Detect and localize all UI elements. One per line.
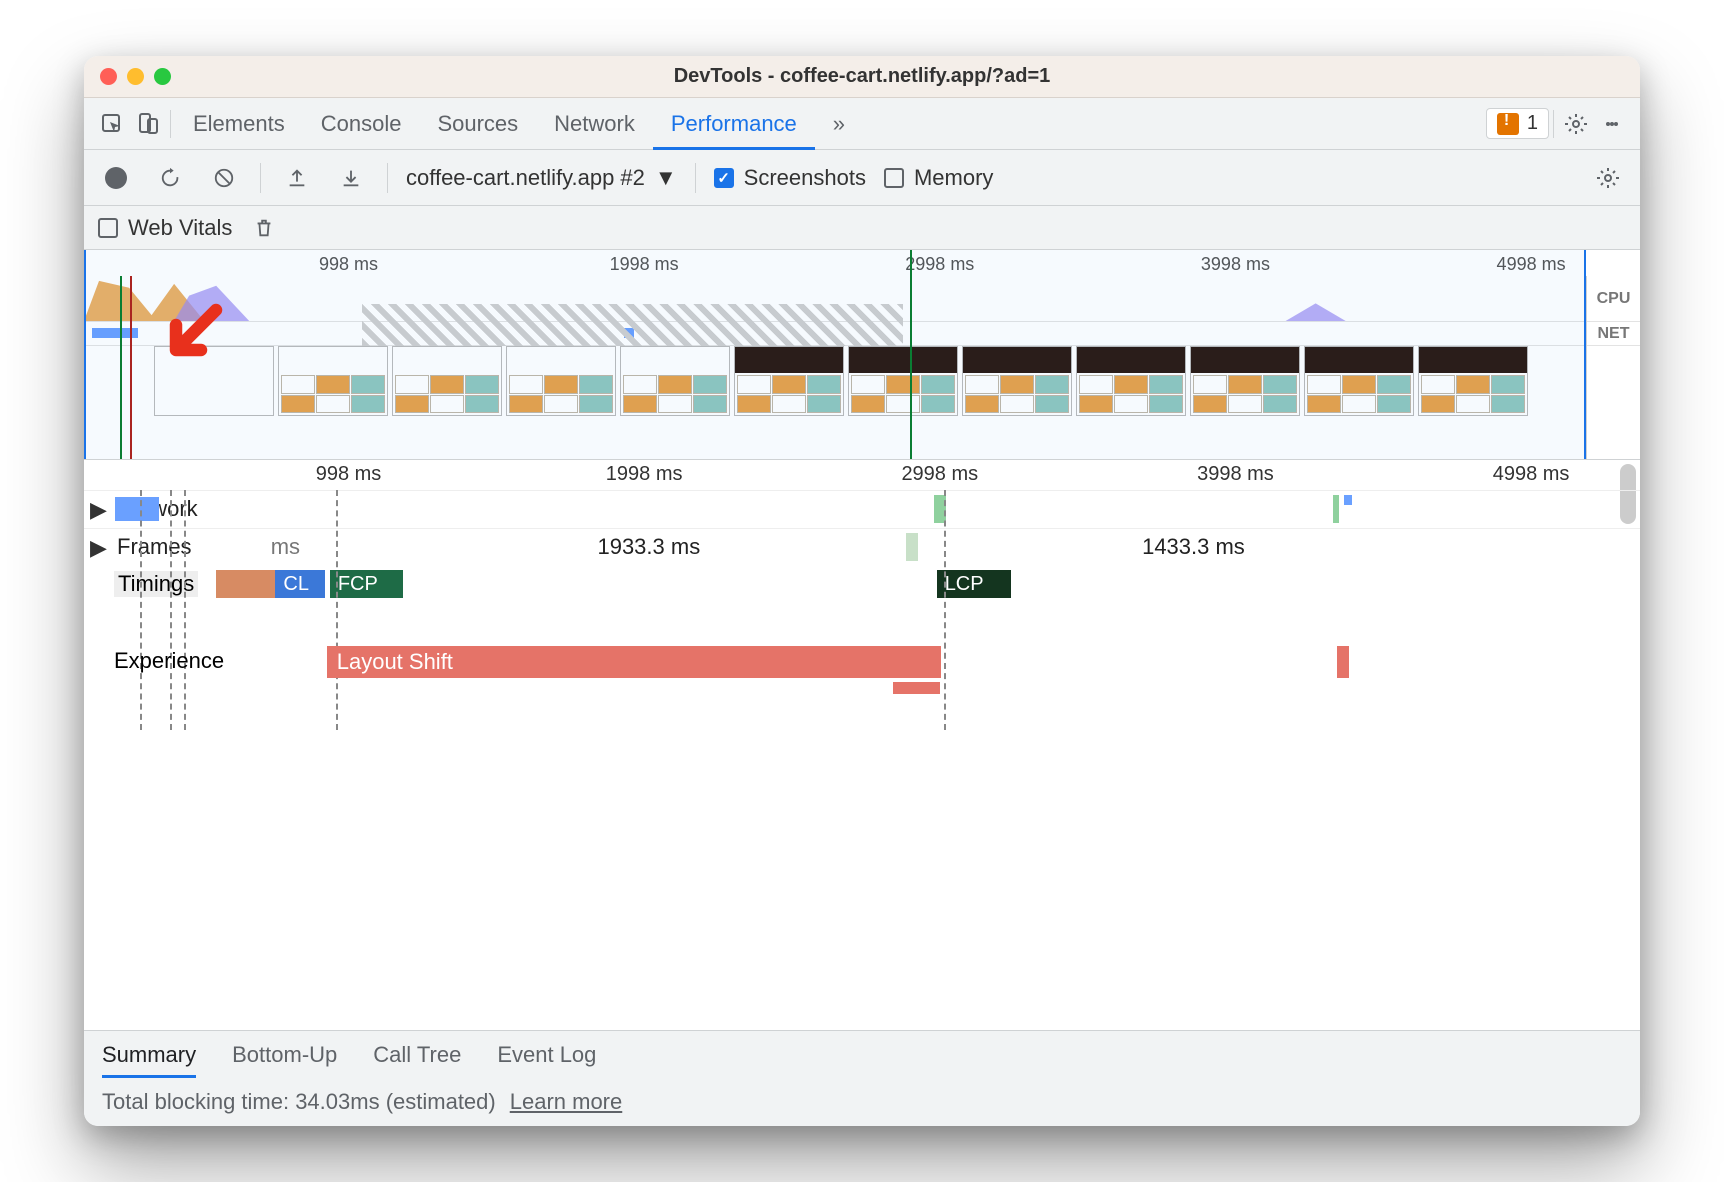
ruler-tick: 4998 ms (1493, 463, 1570, 486)
frame-duration: 1433.3 ms (1142, 534, 1245, 560)
window-title: DevTools - coffee-cart.netlify.app/?ad=1 (674, 65, 1051, 88)
details-tab-bottom-up[interactable]: Bottom-Up (232, 1031, 337, 1078)
warning-icon (1497, 113, 1519, 135)
reload-record-button[interactable] (152, 160, 188, 196)
clear-button[interactable] (206, 160, 242, 196)
memory-checkbox[interactable]: Memory (884, 165, 993, 191)
timing-marker[interactable] (216, 570, 275, 598)
network-track[interactable]: ▶ Network (84, 490, 1640, 528)
timing-marker-fcp[interactable]: FCP (330, 570, 403, 598)
ruler-tick: 1998 ms (606, 463, 683, 486)
checkbox-icon (884, 168, 904, 188)
ruler-tick: 3998 ms (1197, 463, 1274, 486)
load-profile-icon[interactable] (279, 160, 315, 196)
timing-marker-cl[interactable]: CL (275, 570, 325, 598)
web-vitals-bar: Web Vitals (84, 206, 1640, 250)
devtools-panel-tabs: Elements Console Sources Network Perform… (84, 98, 1640, 150)
capture-settings-gear-icon[interactable] (1590, 160, 1626, 196)
profile-selector-label: coffee-cart.netlify.app #2 (406, 165, 645, 191)
frame-bar[interactable] (906, 533, 918, 561)
issues-badge[interactable]: 1 (1486, 108, 1549, 139)
window-traffic-lights (100, 68, 171, 85)
delete-profile-icon[interactable] (246, 210, 282, 246)
details-tab-summary[interactable]: Summary (102, 1031, 196, 1078)
expand-icon[interactable]: ▶ (90, 535, 107, 561)
screenshots-checkbox[interactable]: Screenshots (714, 165, 866, 191)
network-request-bar[interactable] (115, 497, 159, 521)
tab-console[interactable]: Console (303, 98, 420, 149)
annotation-arrow-icon (166, 300, 226, 374)
expand-icon[interactable]: ▶ (90, 497, 107, 523)
tabs-overflow[interactable]: » (815, 98, 863, 149)
more-menu-icon[interactable] (1594, 106, 1630, 142)
profile-selector[interactable]: coffee-cart.netlify.app #2 ▼ (406, 165, 677, 191)
ruler-tick: 2998 ms (901, 463, 978, 486)
overview-selection[interactable] (84, 250, 1586, 459)
overview-lane-labels: CPU NET (1586, 276, 1640, 459)
frames-track[interactable]: ▶ Frames ms 1933.3 ms 1433.3 ms (84, 528, 1640, 566)
save-profile-icon[interactable] (333, 160, 369, 196)
net-lane-label: NET (1587, 322, 1640, 346)
minimize-window-button[interactable] (127, 68, 144, 85)
details-tab-call-tree[interactable]: Call Tree (373, 1031, 461, 1078)
ruler-tick: 998 ms (316, 463, 382, 486)
details-tabs: Summary Bottom-Up Call Tree Event Log (84, 1030, 1640, 1078)
learn-more-link[interactable]: Learn more (510, 1089, 623, 1115)
issues-count: 1 (1527, 112, 1538, 135)
checkbox-checked-icon (714, 168, 734, 188)
timing-marker-lcp[interactable]: LCP (937, 570, 1012, 598)
chevron-down-icon: ▼ (655, 165, 677, 191)
network-request-bar[interactable] (1333, 495, 1339, 523)
timings-track[interactable]: Timings CL FCP LCP (84, 566, 1640, 602)
close-window-button[interactable] (100, 68, 117, 85)
flamechart-panel[interactable]: 998 ms 1998 ms 2998 ms 3998 ms 4998 ms ▶… (84, 460, 1640, 1030)
total-blocking-time: Total blocking time: 34.03ms (estimated) (102, 1089, 496, 1115)
settings-gear-icon[interactable] (1558, 106, 1594, 142)
tab-sources[interactable]: Sources (419, 98, 536, 149)
performance-toolbar: coffee-cart.netlify.app #2 ▼ Screenshots… (84, 150, 1640, 206)
layout-shift-bar[interactable] (893, 682, 940, 694)
layout-shift-bar[interactable] (1337, 646, 1349, 678)
tab-performance[interactable]: Performance (653, 98, 815, 149)
tab-elements[interactable]: Elements (175, 98, 303, 149)
details-tab-event-log[interactable]: Event Log (497, 1031, 596, 1078)
frame-duration: 1933.3 ms (597, 534, 700, 560)
experience-track[interactable]: Experience Layout Shift (84, 642, 1640, 682)
frame-duration: ms (271, 534, 300, 560)
web-vitals-checkbox[interactable]: Web Vitals (98, 215, 232, 241)
layout-shift-bar[interactable]: Layout Shift (327, 646, 942, 678)
titlebar: DevTools - coffee-cart.netlify.app/?ad=1 (84, 56, 1640, 98)
cpu-lane-label: CPU (1587, 276, 1640, 322)
main-ruler: 998 ms 1998 ms 2998 ms 3998 ms 4998 ms (84, 460, 1640, 490)
device-toolbar-icon[interactable] (130, 106, 166, 142)
track-label: Experience (114, 648, 224, 674)
devtools-window: DevTools - coffee-cart.netlify.app/?ad=1… (84, 56, 1640, 1126)
network-request-bar[interactable] (1344, 495, 1352, 505)
tab-network[interactable]: Network (536, 98, 653, 149)
summary-footer: Total blocking time: 34.03ms (estimated)… (84, 1078, 1640, 1126)
checkbox-icon (98, 218, 118, 238)
overview-panel[interactable]: 998 ms 1998 ms 2998 ms 3998 ms 4998 ms (84, 250, 1640, 460)
record-button[interactable] (98, 160, 134, 196)
zoom-window-button[interactable] (154, 68, 171, 85)
inspect-element-icon[interactable] (94, 106, 130, 142)
